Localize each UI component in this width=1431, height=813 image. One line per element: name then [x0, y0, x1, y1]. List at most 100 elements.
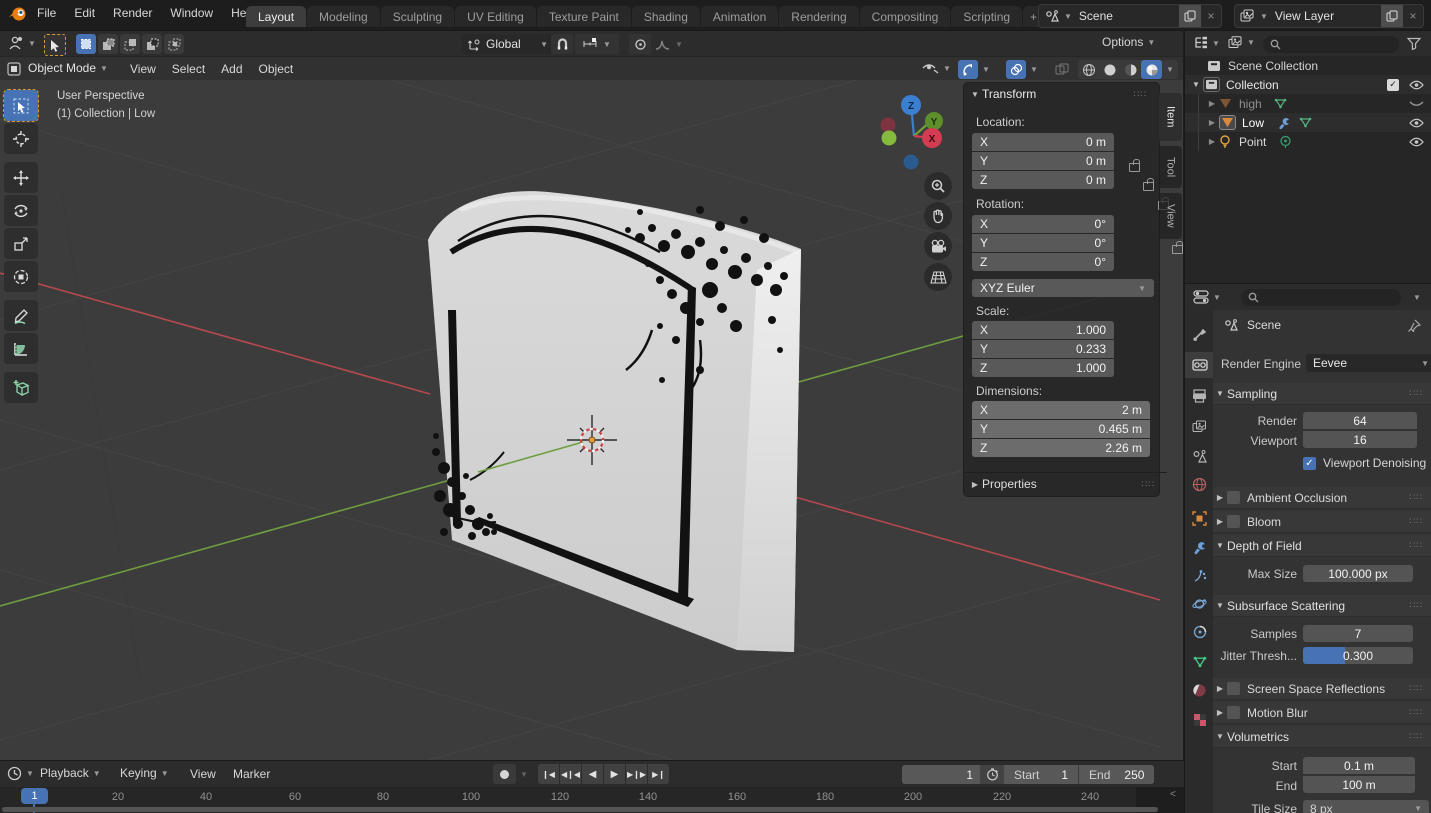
remove-view-layer-button[interactable]: ×: [1403, 9, 1423, 23]
snap-target-dropdown[interactable]: ▼: [575, 34, 619, 54]
sampling-panel-header[interactable]: ▼ Sampling ∷∷: [1213, 383, 1431, 405]
shading-wireframe-button[interactable]: [1078, 60, 1099, 79]
scale-y-field[interactable]: Y 0.233: [972, 340, 1114, 358]
toggle-ortho-button[interactable]: [924, 263, 952, 291]
tool-transform[interactable]: [4, 261, 38, 292]
ssr-panel-header[interactable]: ▶ Screen Space Reflections ∷∷: [1213, 678, 1431, 700]
timeline-editor-icon[interactable]: ▼: [7, 766, 34, 781]
hidden-eye-icon[interactable]: [1409, 99, 1424, 109]
auto-keying-button[interactable]: ▼: [493, 764, 528, 784]
outliner-row-scene-collection[interactable]: Scene Collection: [1185, 56, 1431, 75]
visibility-eye-icon[interactable]: [1409, 137, 1424, 147]
tab-world-icon[interactable]: [1185, 472, 1214, 496]
bloom-checkbox[interactable]: [1227, 515, 1240, 528]
frame-end-field[interactable]: End 250: [1079, 765, 1155, 784]
current-frame-badge[interactable]: 1: [21, 788, 48, 804]
rotation-mode-dropdown[interactable]: XYZ Euler ▼: [972, 279, 1154, 297]
location-x-lock-icon[interactable]: [1129, 159, 1140, 172]
sss-jitter-slider[interactable]: 0.300: [1303, 647, 1413, 664]
mode-dropdown[interactable]: Object Mode ▼: [28, 61, 108, 75]
new-scene-button[interactable]: [1179, 5, 1201, 27]
properties-editor-icon[interactable]: ▼: [1193, 290, 1221, 304]
next-keyframe-button[interactable]: ▶❙▶: [626, 764, 647, 784]
menu-render[interactable]: Render: [104, 3, 161, 23]
outliner-display-mode-icon[interactable]: ▼: [1228, 36, 1255, 49]
tab-render-icon-active[interactable]: [1185, 352, 1214, 378]
view-layer-name[interactable]: View Layer: [1268, 9, 1381, 23]
rotation-z-field[interactable]: Z 0°: [972, 253, 1114, 271]
outliner-row-low[interactable]: ▶ Low: [1185, 113, 1431, 132]
timeline-ruler[interactable]: 20 40 60 80 100 120 140 160 180 200 220 …: [0, 787, 1184, 813]
sidebar-tab-tool[interactable]: Tool: [1159, 146, 1182, 188]
shading-dropdown-chevron[interactable]: ▼: [1166, 65, 1174, 74]
outliner-row-high[interactable]: ▶ high: [1185, 94, 1431, 113]
tab-texture-paint[interactable]: Texture Paint: [536, 6, 631, 27]
rotation-x-field[interactable]: X 0°: [972, 215, 1114, 233]
timeline-marker-menu[interactable]: Marker: [233, 767, 270, 781]
render-engine-dropdown[interactable]: Eevee ▼: [1306, 354, 1431, 372]
sss-panel-header[interactable]: ▼ Subsurface Scattering ∷∷: [1213, 595, 1431, 617]
viewport-denoising-checkbox[interactable]: ✓: [1303, 456, 1316, 470]
tab-view-layer-icon[interactable]: [1185, 414, 1214, 438]
options-dropdown[interactable]: Options ▼: [1102, 35, 1155, 49]
tab-rendering[interactable]: Rendering: [779, 6, 859, 27]
gizmo-neg-z[interactable]: [903, 154, 919, 170]
rotation-x-lock-icon[interactable]: [1172, 241, 1183, 254]
ambient-occlusion-panel-header[interactable]: ▶ Ambient Occlusion ∷∷: [1213, 487, 1431, 509]
tool-scale[interactable]: [4, 228, 38, 259]
tab-uv-editing[interactable]: UV Editing: [455, 6, 536, 27]
tab-shading[interactable]: Shading: [631, 6, 700, 27]
tab-sculpting[interactable]: Sculpting: [380, 6, 455, 27]
menu-file[interactable]: File: [28, 3, 65, 23]
outliner-row-collection[interactable]: ▼ Collection ✓: [1185, 75, 1431, 94]
active-tool-select-box[interactable]: [44, 34, 66, 56]
properties-search-input[interactable]: [1241, 289, 1401, 306]
frame-start-field[interactable]: Start 1: [1004, 765, 1079, 784]
camera-view-button[interactable]: [924, 232, 952, 260]
new-view-layer-button[interactable]: [1381, 5, 1403, 27]
tab-physics-icon[interactable]: [1185, 592, 1214, 616]
timeline-scrollbar[interactable]: [2, 807, 1158, 812]
tab-compositing[interactable]: Compositing: [859, 6, 951, 27]
tool-cursor[interactable]: [4, 123, 38, 154]
volumetrics-panel-header[interactable]: ▼ Volumetrics ∷∷: [1213, 726, 1431, 748]
select-mode-invert-button[interactable]: [142, 34, 162, 54]
select-mode-new-button[interactable]: [76, 34, 96, 54]
gizmo-neg-y[interactable]: [881, 130, 897, 146]
overlays-toggle[interactable]: ▼: [1006, 60, 1038, 79]
proportional-falloff-dropdown[interactable]: ▼: [655, 34, 695, 54]
location-y-field[interactable]: Y0 m: [972, 152, 1114, 170]
rotation-y-field[interactable]: Y 0°: [972, 234, 1114, 252]
scene-icon[interactable]: ▼: [1039, 9, 1072, 23]
sampling-viewport-field[interactable]: 16: [1303, 431, 1417, 448]
sidebar-tab-view[interactable]: View: [1159, 193, 1182, 239]
tab-scene-icon[interactable]: [1185, 444, 1214, 468]
dof-panel-header[interactable]: ▼ Depth of Field ∷∷: [1213, 535, 1431, 557]
gizmos-toggle[interactable]: ▼: [958, 60, 990, 79]
viewport-menu-select[interactable]: Select: [164, 60, 213, 78]
location-z-field[interactable]: Z0 m: [972, 171, 1114, 189]
breadcrumb-scene-label[interactable]: Scene: [1247, 318, 1281, 332]
keying-menu[interactable]: Keying ▼: [120, 766, 169, 780]
scene-name[interactable]: Scene: [1072, 9, 1179, 23]
expand-icon[interactable]: ▶: [1205, 118, 1219, 127]
collection-checkbox[interactable]: ✓: [1387, 78, 1399, 91]
viewport-canvas[interactable]: User Perspective (1) Collection | Low Z …: [0, 80, 1183, 760]
tool-move[interactable]: [4, 162, 38, 193]
properties-options-chevron[interactable]: ▼: [1413, 293, 1421, 302]
tab-animation[interactable]: Animation: [700, 6, 779, 27]
expand-icon[interactable]: ▶: [1205, 99, 1219, 108]
scale-x-field[interactable]: X 1.000: [972, 321, 1114, 339]
dof-max-size-field[interactable]: 100.000 px: [1303, 565, 1413, 582]
outliner-row-point[interactable]: ▶ Point: [1185, 132, 1431, 151]
gizmo-neg-x[interactable]: [880, 117, 896, 133]
ssr-checkbox[interactable]: [1227, 682, 1240, 695]
tab-modifiers-icon[interactable]: [1185, 536, 1214, 560]
editor-type-icon[interactable]: [6, 61, 22, 77]
scale-z-field[interactable]: Z 1.000: [972, 359, 1114, 377]
motion-blur-checkbox[interactable]: [1227, 706, 1240, 719]
tab-particles-icon[interactable]: [1185, 564, 1214, 588]
shading-solid-button[interactable]: [1099, 60, 1120, 79]
shading-rendered-button[interactable]: [1141, 60, 1162, 79]
viewport-menu-view[interactable]: View: [122, 60, 164, 78]
